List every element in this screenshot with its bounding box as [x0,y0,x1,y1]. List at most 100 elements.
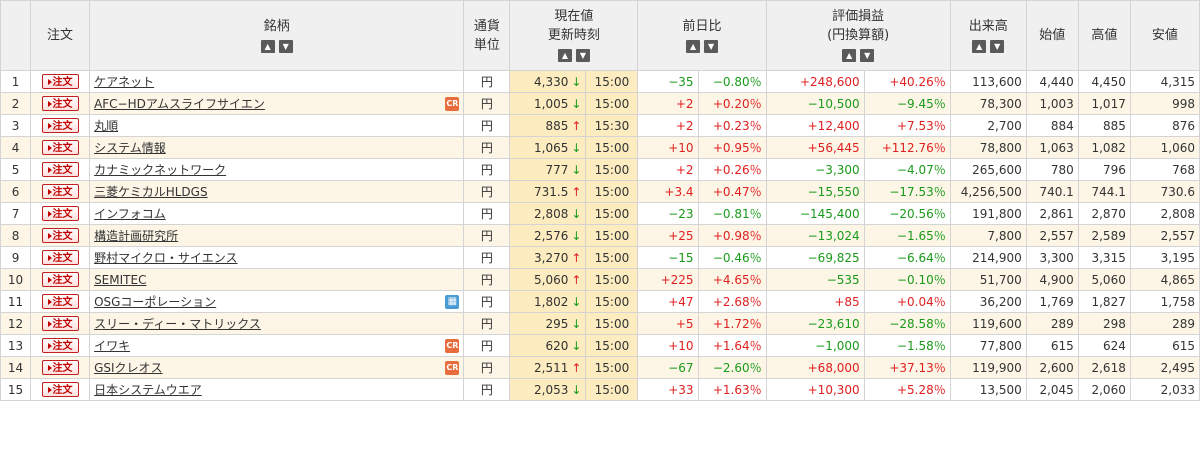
pl-value: +12,400 [765,114,865,137]
stock-name-link[interactable]: 三菱ケミカルHLDGS [94,183,208,200]
stock-name-link[interactable]: 日本システムウエア [94,381,202,398]
order-button[interactable]: 注文 [41,162,79,177]
credit-badge-icon[interactable]: CR [445,360,460,375]
low-price: 876 [1129,114,1200,137]
sort-desc-icon[interactable]: ▼ [704,39,719,53]
low-price: 998 [1129,92,1200,115]
order-button[interactable]: 注文 [41,96,79,111]
sort-asc-icon[interactable]: ▲ [260,39,275,53]
stock-name-link[interactable]: ケアネット [94,73,154,90]
change-value: −23 [637,202,699,225]
update-time: 15:30 [585,114,639,137]
stock-name-link[interactable]: GSIクレオス [94,359,162,376]
table-row: 7 注文 インフォコム円 2,808 ↓ 15:00 −23 −0.81％ −145,400 −2… [0,202,1200,225]
stock-name-link[interactable]: SEMITEC [94,273,146,287]
low-price: 4,315 [1129,70,1200,93]
table-row: 2 注文 AFC−HDアムスライフサイエン CR 円 1,005 ↓ 15:00 +2 +0.20… [0,92,1200,115]
stock-name-link[interactable]: OSGコーポレーション [94,293,216,310]
change-percent: −0.80％ [697,70,767,93]
order-cell: 注文 [30,246,91,269]
current-price: 2,808 [534,206,569,221]
play-icon [47,145,52,151]
change-value: +2 [637,114,699,137]
change-percent: +1.63％ [697,378,767,401]
pl-value: −13,024 [765,224,865,247]
open-price: 1,063 [1025,136,1079,159]
order-button[interactable]: 注文 [41,206,79,221]
order-button[interactable]: 注文 [41,250,79,265]
play-icon [47,365,52,371]
high-price: 298 [1077,312,1131,335]
price-sort: ▲ ▼ [557,49,590,62]
sort-desc-icon[interactable]: ▼ [990,39,1005,53]
portfolio-table: 注文 銘柄 ▲ ▼ 通貨 単位 現在値 更新時刻 ▲ ▼ 前日比 ▲ ▼ 評価損… [0,0,1200,401]
high-price: 2,060 [1077,378,1131,401]
row-index: 7 [0,202,32,225]
stock-name-link[interactable]: インフォコム [94,205,166,222]
pl-percent: +0.04％ [863,290,951,313]
open-price: 740.1 [1025,180,1079,203]
order-button[interactable]: 注文 [41,184,79,199]
pl-value: +68,000 [765,356,865,379]
sort-desc-icon[interactable]: ▼ [575,49,590,62]
change-value: +25 [637,224,699,247]
stock-name-link[interactable]: 野村マイクロ・サイエンス [94,249,237,266]
order-button[interactable]: 注文 [41,272,79,287]
sort-asc-icon[interactable]: ▲ [557,49,572,62]
currency-cell: 円 [463,114,511,137]
sort-desc-icon[interactable]: ▼ [860,49,875,62]
sort-asc-icon[interactable]: ▲ [842,49,857,62]
header-order: 注文 [30,0,91,71]
pl-value: +10,300 [765,378,865,401]
low-price: 730.6 [1129,180,1200,203]
price-cell: 5,060 ↑ [509,268,587,291]
volume-cell: 214,900 [949,246,1027,269]
stock-name-cell: SEMITEC [89,268,465,291]
order-button[interactable]: 注文 [41,140,79,155]
currency-cell: 円 [463,246,511,269]
credit-badge-icon[interactable]: CR [445,338,460,353]
order-button[interactable]: 注文 [41,294,79,309]
sort-desc-icon[interactable]: ▼ [278,39,293,53]
pl-value: −10,500 [765,92,865,115]
arrow-up-icon: ↑ [571,184,582,199]
order-button[interactable]: 注文 [41,228,79,243]
stock-name-link[interactable]: イワキ [94,337,130,354]
calendar-icon[interactable]: ▦ [445,294,460,309]
stock-name-link[interactable]: カナミックネットワーク [94,161,226,178]
table-row: 15 注文 日本システムウエア円 2,053 ↓ 15:00 +33 +1.63％ +10,30… [0,378,1200,401]
order-button[interactable]: 注文 [41,118,79,133]
pl-percent: −9.45％ [863,92,951,115]
sort-asc-icon[interactable]: ▲ [972,39,987,53]
low-price: 1,758 [1129,290,1200,313]
pl-percent: +7.53％ [863,114,951,137]
row-index: 5 [0,158,32,181]
order-button[interactable]: 注文 [41,360,79,375]
stock-name-link[interactable]: スリー・ディー・マトリックス [94,315,261,332]
stock-name-link[interactable]: システム情報 [94,139,166,156]
order-button[interactable]: 注文 [41,74,79,89]
stock-name-link[interactable]: 構造計画研究所 [94,227,178,244]
order-cell: 注文 [30,312,91,335]
update-time: 15:00 [585,70,639,93]
currency-cell: 円 [463,334,511,357]
stock-name-link[interactable]: 丸順 [94,117,118,134]
currency-cell: 円 [463,312,511,335]
order-cell: 注文 [30,70,91,93]
header-high: 高値 [1077,0,1131,71]
stock-name-link[interactable]: AFC−HDアムスライフサイエン [94,95,265,112]
order-button[interactable]: 注文 [41,338,79,353]
volume-cell: 191,800 [949,202,1027,225]
sort-asc-icon[interactable]: ▲ [686,39,701,53]
order-cell: 注文 [30,136,91,159]
high-price: 1,017 [1077,92,1131,115]
play-icon [47,123,52,129]
row-index: 12 [0,312,32,335]
pl-percent: −20.56％ [863,202,951,225]
arrow-down-icon: ↓ [571,294,582,309]
order-button[interactable]: 注文 [41,316,79,331]
volume-cell: 13,500 [949,378,1027,401]
order-button[interactable]: 注文 [41,382,79,397]
credit-badge-icon[interactable]: CR [445,96,460,111]
current-price: 295 [545,316,569,331]
